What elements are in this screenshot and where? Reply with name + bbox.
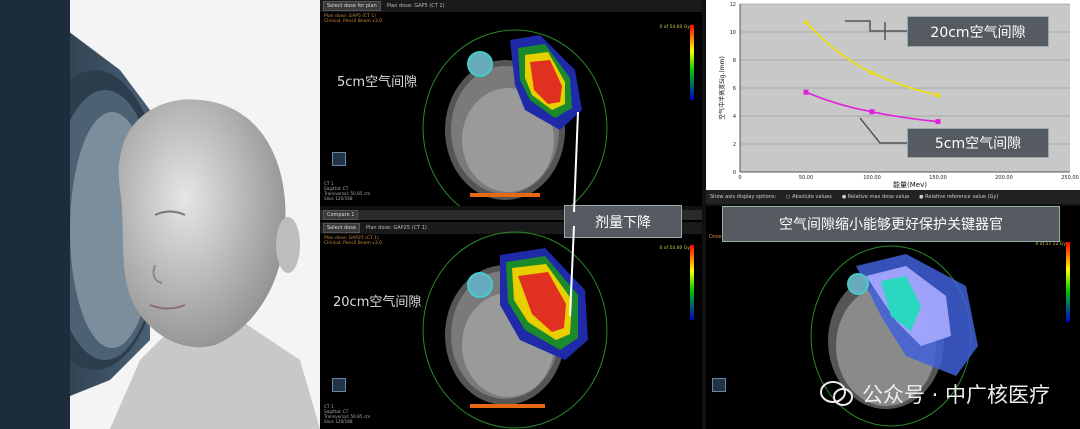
y-tick-label: 12 <box>730 2 736 8</box>
bottom-dose-pane: Compare 1 Select dose Plan dose: GAP25 (… <box>320 210 702 429</box>
series-point-1 <box>803 89 809 95</box>
left-illustration <box>0 0 320 429</box>
watermark-text: 公众号 · 中广核医疗 <box>861 383 1050 407</box>
watermark: 公众号 · 中广核医疗 <box>819 379 1050 409</box>
gantry-face-illustration <box>0 0 320 429</box>
callout-protect-organs: 空气间隙缩小能够更好保护关键器官 <box>722 206 1060 242</box>
slice-info: CT 1 Sagittal: CT Transversal: 50.85 cm … <box>324 181 370 201</box>
axis-options-bar: Show axis display options: ○ Absolute va… <box>706 190 1080 204</box>
series-point-1 <box>869 109 875 115</box>
top-dose-pane: Select dose for plan Plan dose: GAP5 (CT… <box>320 0 702 206</box>
series-point-1 <box>935 119 941 125</box>
slice-info: CT 1 Sagittal: CT Transversal: 50.85 cm … <box>324 404 370 424</box>
y-tick-label: 0 <box>733 170 736 176</box>
x-axis-label: 能量(Mev) <box>893 180 927 189</box>
option-label: Relative max dose value <box>847 194 910 200</box>
callout-gap-5cm: 5cm空气间隙 <box>907 128 1049 158</box>
info-line: Slice 120/168 <box>324 196 353 201</box>
options-label: Show axis display options: <box>710 194 777 200</box>
y-tick-label: 4 <box>733 114 736 120</box>
callout-dose-drop: 剂量下降 <box>564 205 682 238</box>
x-tick-label: 50.00 <box>799 175 813 181</box>
y-tick-label: 6 <box>733 86 736 92</box>
info-line: Slice 120/168 <box>324 419 353 424</box>
callout-gap-20cm: 20cm空气间隙 <box>907 16 1049 47</box>
option-relative-ref[interactable]: ● Relative reference value (Gy) <box>919 194 998 200</box>
x-tick-label: 150.00 <box>929 175 947 181</box>
orientation-cube-icon <box>332 152 346 166</box>
gap-label-20cm: 20cm空气间隙 <box>333 295 422 310</box>
x-tick-label: 200.00 <box>995 175 1013 181</box>
option-absolute[interactable]: ○ Absolute values <box>786 194 832 200</box>
x-tick-label: 250.00 <box>1061 175 1079 181</box>
y-tick-label: 2 <box>733 142 736 148</box>
option-label: Relative reference value (Gy) <box>925 194 999 200</box>
y-tick-label: 8 <box>733 58 736 64</box>
y-tick-label: 10 <box>730 30 736 36</box>
y-axis-label: 空气中半高宽Sig.(mm) <box>718 56 726 120</box>
wechat-icon <box>819 381 853 406</box>
ct-dose-image-bottom <box>422 231 694 429</box>
x-tick-label: 0 <box>738 175 741 181</box>
orientation-cube-icon <box>332 378 346 392</box>
orientation-cube-icon <box>712 378 726 392</box>
x-tick-label: 100.00 <box>863 175 881 181</box>
ct-dose-image-top <box>422 25 694 206</box>
option-label: Absolute values <box>792 194 832 200</box>
gap-label-5cm: 5cm空气间隙 <box>337 75 418 90</box>
option-relative-max[interactable]: ● Relative max dose value <box>842 194 909 200</box>
